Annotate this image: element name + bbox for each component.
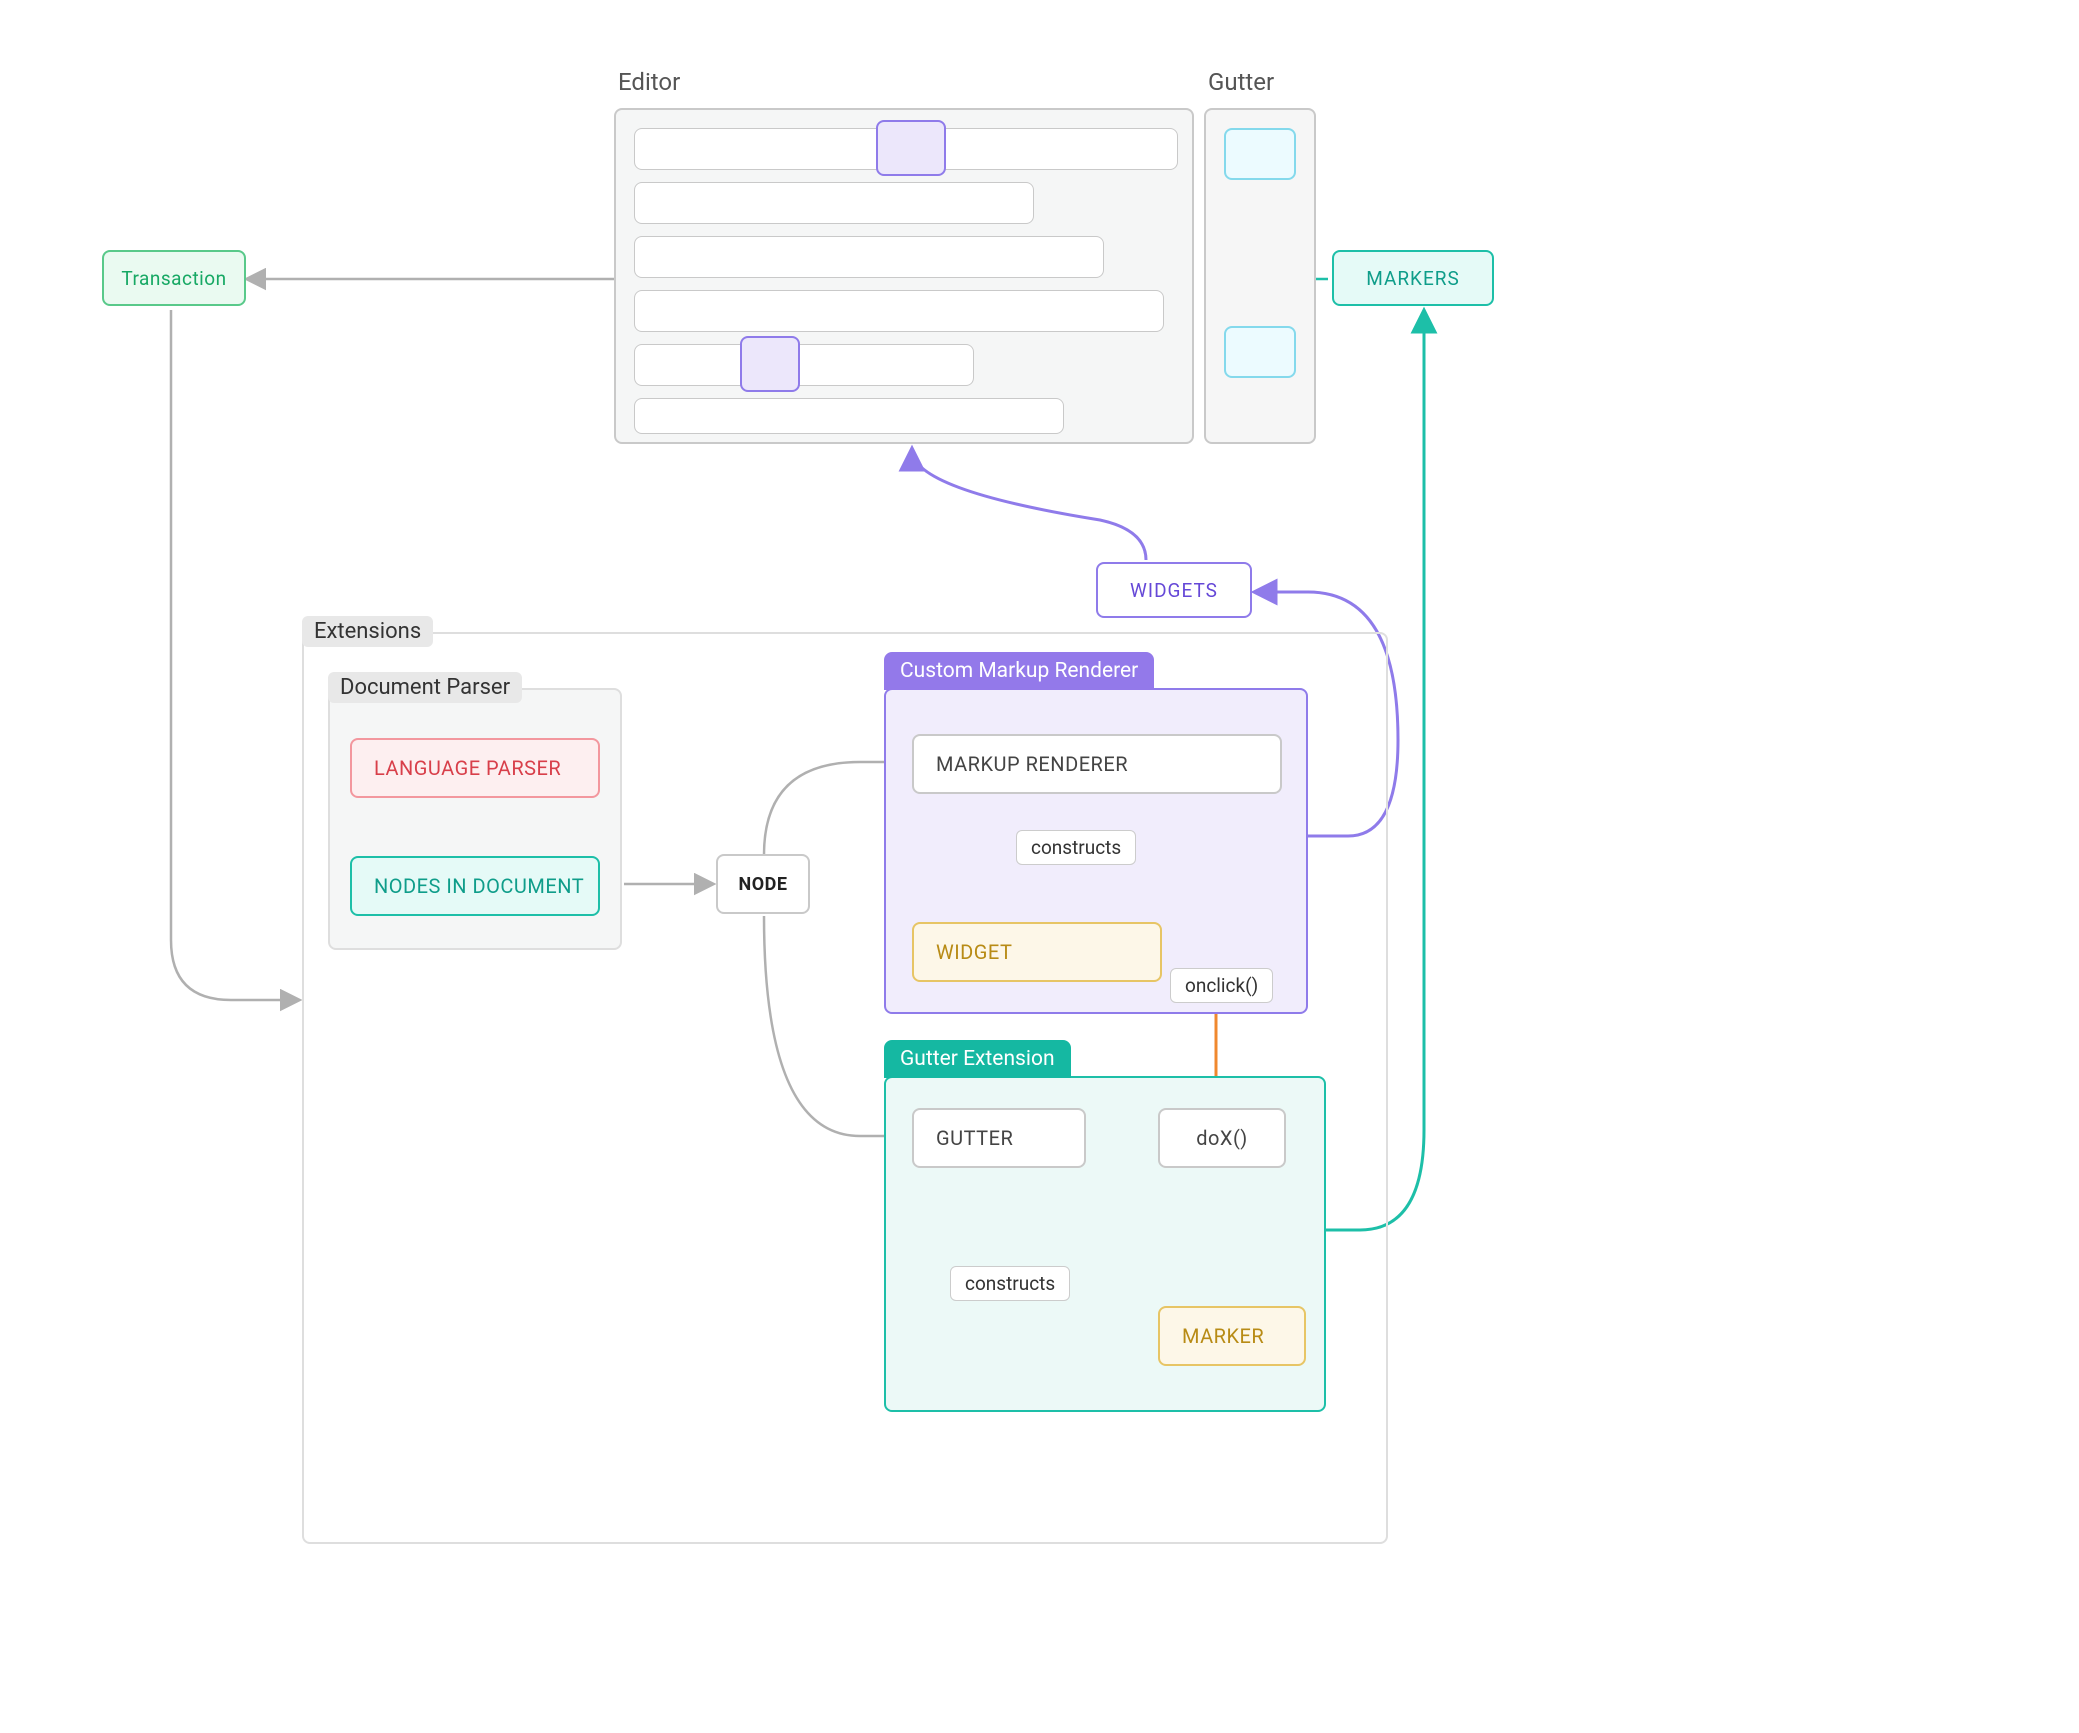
editor-panel: Editor [614,108,1194,444]
gutter-extension-container: Gutter Extension GUTTER doX() constructs… [884,1076,1326,1412]
widgets-label: WIDGETS [1130,579,1218,602]
nodes-in-document-node: NODES IN DOCUMENT [350,856,600,916]
marker-label: MARKER [1182,1324,1264,1348]
editor-title: Editor [618,68,680,96]
editor-line [634,182,1034,224]
dox-label: doX() [1196,1126,1248,1150]
markers-node: MARKERS [1332,250,1494,306]
gext-header: Gutter Extension [884,1040,1071,1078]
nodes-in-document-label: NODES IN DOCUMENT [374,874,584,898]
markup-renderer-label: MARKUP RENDERER [936,752,1128,776]
gext-title: Gutter Extension [900,1047,1055,1071]
cmr-header: Custom Markup Renderer [884,652,1154,690]
editor-line [634,236,1104,278]
editor-widget-inline [876,120,946,176]
widget-node: WIDGET [912,922,1162,982]
editor-line [634,290,1164,332]
editor-widget-inline [740,336,800,392]
custom-markup-renderer-container: Custom Markup Renderer MARKUP RENDERER c… [884,688,1308,1014]
language-parser-node: LANGUAGE PARSER [350,738,600,798]
gutter-node: GUTTER [912,1108,1086,1168]
gutter-title: Gutter [1208,68,1274,96]
diagram-canvas: Editor Gutter Transaction MARKERS WIDGET… [0,0,2079,1733]
markers-label: MARKERS [1366,267,1460,290]
gext-constructs-label: constructs [950,1266,1070,1301]
dox-node: doX() [1158,1108,1286,1168]
node-label: NODE [739,874,788,895]
language-parser-label: LANGUAGE PARSER [374,756,561,780]
marker-node: MARKER [1158,1306,1306,1366]
cmr-title: Custom Markup Renderer [900,659,1138,683]
markup-renderer-node: MARKUP RENDERER [912,734,1282,794]
widget-label: WIDGET [936,940,1012,964]
extensions-title: Extensions [302,616,433,647]
editor-line [634,398,1064,434]
transaction-node: Transaction [102,250,246,306]
onclick-label: onclick() [1170,968,1273,1003]
gutter-label: GUTTER [936,1126,1013,1150]
gutter-panel: Gutter [1204,108,1316,444]
editor-line [634,344,974,386]
widgets-node: WIDGETS [1096,562,1252,618]
gutter-marker-tile [1224,326,1296,378]
document-parser-container: Document Parser LANGUAGE PARSER NODES IN… [328,688,622,950]
cmr-constructs-label: constructs [1016,830,1136,865]
transaction-label: Transaction [121,267,226,290]
gutter-marker-tile [1224,128,1296,180]
document-parser-title: Document Parser [328,672,522,703]
node-box: NODE [716,854,810,914]
